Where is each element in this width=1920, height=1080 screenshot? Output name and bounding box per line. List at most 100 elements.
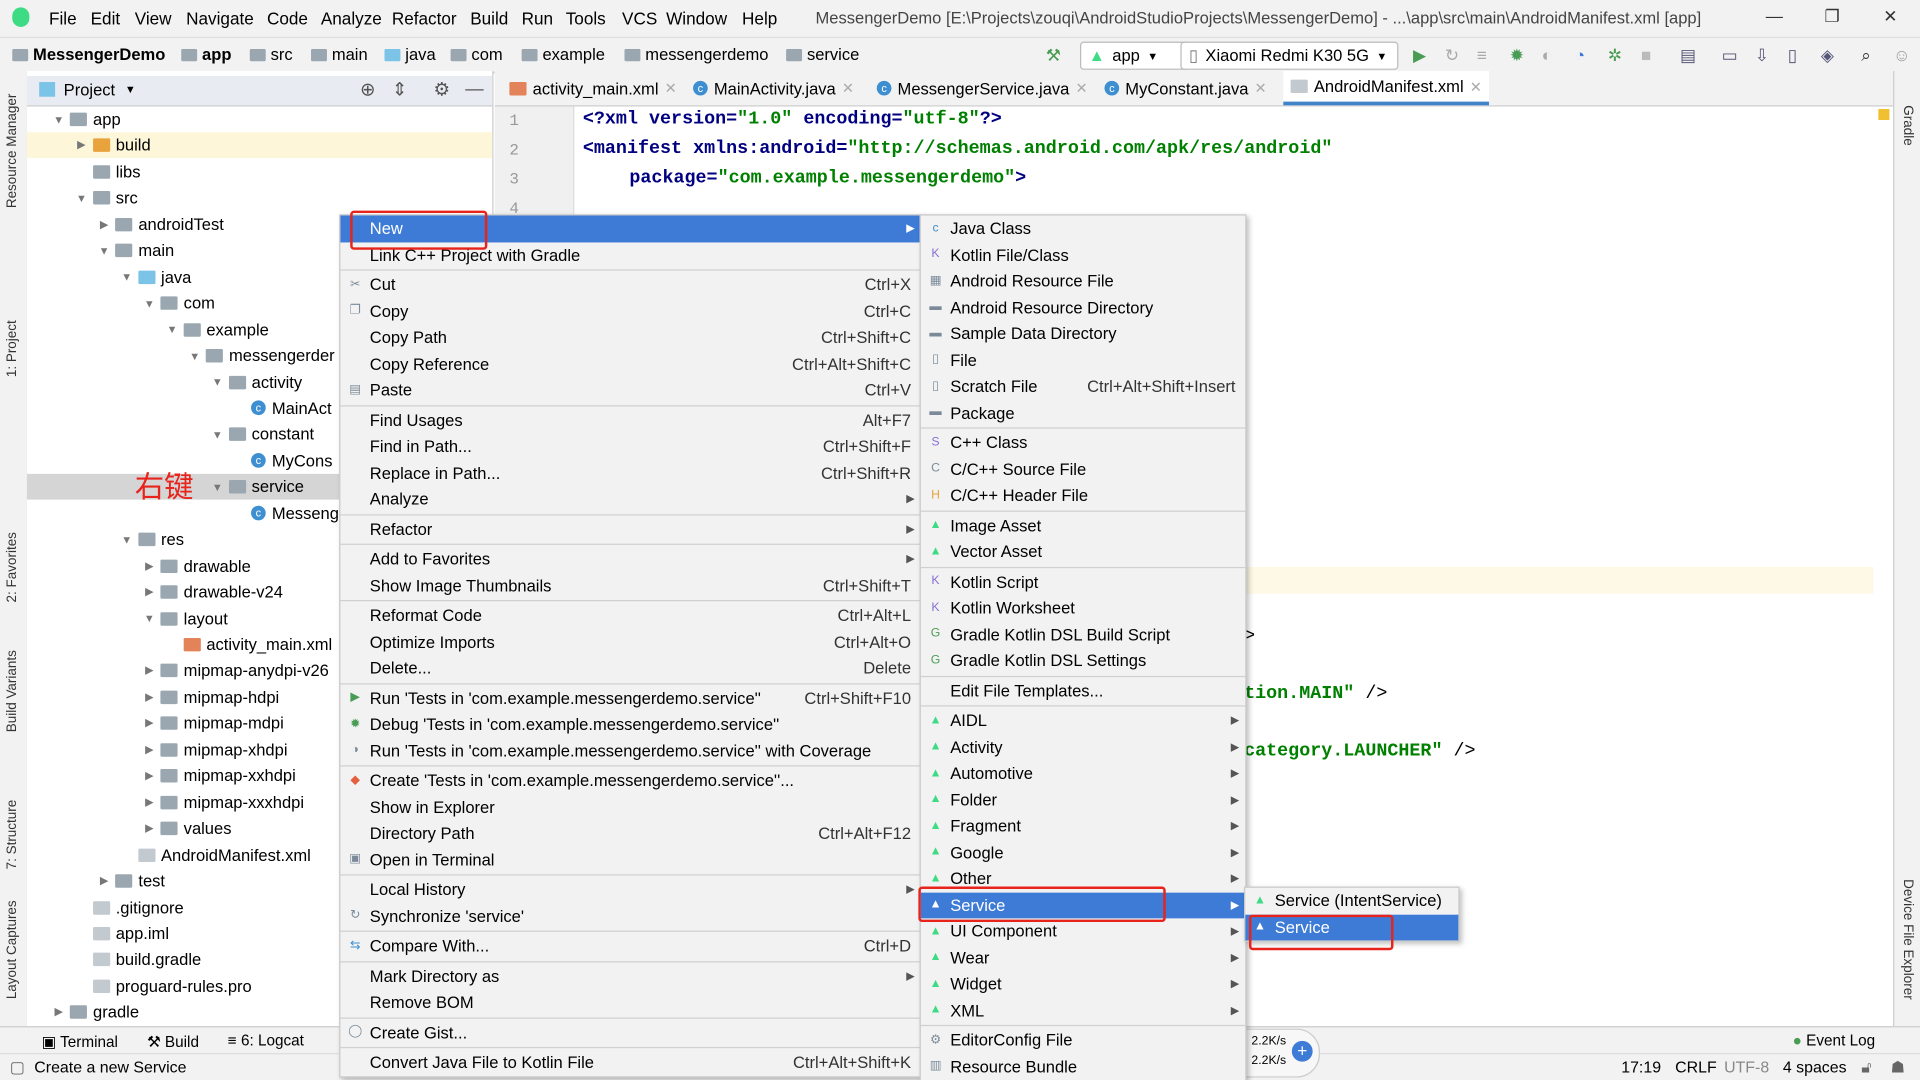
menu-item-run-tests-in-com-example-messengerdemo-service[interactable]: ▶ Run 'Tests in 'com.example.messengerdem… <box>340 685 920 711</box>
hide-icon[interactable]: — <box>465 78 483 99</box>
menu-item-editorconfig-file[interactable]: ⚙ EditorConfig File <box>921 1027 1245 1053</box>
plus-icon[interactable]: + <box>1291 1040 1313 1062</box>
menu-item-image-asset[interactable]: ▲ Image Asset <box>921 512 1245 538</box>
device-select[interactable]: ▯ Xiaomi Redmi K30 5G ▼ <box>1180 41 1399 70</box>
device-manager-icon[interactable]: ▯ <box>1788 45 1797 66</box>
breadcrumb-item[interactable]: example <box>521 45 605 64</box>
menu-item-kotlin-file-class[interactable]: K Kotlin File/Class <box>921 242 1245 268</box>
close-tab-icon[interactable]: ✕ <box>1470 78 1482 95</box>
account-icon[interactable]: ☺ <box>1893 45 1911 65</box>
menu-item-xml[interactable]: ▲ XML ▶ <box>921 997 1245 1023</box>
menu-item-show-image-thumbnails[interactable]: Show Image Thumbnails Ctrl+Shift+T <box>340 572 920 598</box>
menu-help[interactable]: Help <box>742 9 777 29</box>
tool-window-7-structure[interactable]: 7: Structure <box>5 800 20 870</box>
chevron-down-icon[interactable]: ▼ <box>210 428 225 440</box>
chevron-right-icon[interactable]: ▶ <box>142 664 157 677</box>
breadcrumb-item[interactable]: service <box>786 45 859 64</box>
chevron-right-icon[interactable]: ▶ <box>51 1006 66 1019</box>
menu-item-copy-path[interactable]: Copy Path Ctrl+Shift+C <box>340 324 920 350</box>
tool-window-layout-captures[interactable]: Layout Captures <box>5 900 20 999</box>
editor-tab[interactable]: c MessengerService.java ✕ <box>869 71 1095 105</box>
debug-icon[interactable]: ✹ <box>1510 45 1524 66</box>
menu-item-c-c-source-file[interactable]: C C/C++ Source File <box>921 456 1245 482</box>
profile-icon[interactable]: ◐ <box>1542 45 1552 65</box>
menu-item-android-resource-directory[interactable]: ▬ Android Resource Directory <box>921 294 1245 320</box>
menu-item-java-class[interactable]: c Java Class <box>921 216 1245 242</box>
tool-window-gradle[interactable]: Gradle <box>1900 105 1915 145</box>
gear-icon[interactable]: ⚙ <box>433 78 449 101</box>
breadcrumb-item[interactable]: com <box>450 45 503 64</box>
menu-item-scratch-file[interactable]: ▯ Scratch File Ctrl+Alt+Shift+Insert <box>921 373 1245 399</box>
menu-item-copy-reference[interactable]: Copy Reference Ctrl+Alt+Shift+C <box>340 351 920 377</box>
menu-item-paste[interactable]: ▤ Paste Ctrl+V <box>340 377 920 403</box>
menu-item-create-tests-in-com-example-messengerdemo-service[interactable]: ◆ Create 'Tests in 'com.example.messenger… <box>340 768 920 794</box>
menu-item-wear[interactable]: ▲ Wear ▶ <box>921 945 1245 971</box>
chevron-down-icon[interactable]: ▼ <box>142 612 157 624</box>
layout-inspector-icon[interactable]: ◈ <box>1821 45 1834 66</box>
close-tab-icon[interactable]: ✕ <box>842 80 854 97</box>
close-button[interactable]: ✕ <box>1883 6 1897 27</box>
menu-item-folder[interactable]: ▲ Folder ▶ <box>921 787 1245 813</box>
menu-item-service-intentservice[interactable]: ▲ Service (IntentService) <box>1245 888 1458 914</box>
menu-item-remove-bom[interactable]: Remove BOM <box>340 989 920 1015</box>
menu-edit[interactable]: Edit <box>91 9 121 29</box>
close-tab-icon[interactable]: ✕ <box>1255 80 1267 97</box>
menu-item-vector-asset[interactable]: ▲ Vector Asset <box>921 539 1245 565</box>
menu-item-gradle-kotlin-dsl-settings[interactable]: G Gradle Kotlin DSL Settings <box>921 648 1245 674</box>
menu-item-copy[interactable]: ❐ Copy Ctrl+C <box>340 298 920 324</box>
sdk-manager-icon[interactable]: ⇩ <box>1755 45 1769 66</box>
chevron-down-icon[interactable]: ▼ <box>165 323 180 335</box>
menu-item-replace-in-path[interactable]: Replace in Path... Ctrl+Shift+R <box>340 460 920 486</box>
tool-window-2-favorites[interactable]: 2: Favorites <box>5 532 20 602</box>
menu-item-create-gist[interactable]: ◯ Create Gist... <box>340 1019 920 1045</box>
menu-build[interactable]: Build <box>470 9 508 29</box>
sync-project-icon[interactable]: ▤ <box>1680 45 1696 66</box>
breadcrumb-item[interactable]: main <box>311 45 368 64</box>
chevron-down-icon[interactable]: ▼ <box>187 350 202 362</box>
menu-item-automotive[interactable]: ▲ Automotive ▶ <box>921 760 1245 786</box>
build-tab[interactable]: ⚒ Build <box>147 1032 199 1050</box>
menu-item-convert-java-file-to-kotlin-file[interactable]: Convert Java File to Kotlin File Ctrl+Alt… <box>340 1049 920 1075</box>
attach-icon[interactable]: ✲ <box>1608 45 1622 66</box>
chevron-down-icon[interactable]: ▼ <box>210 481 225 493</box>
breadcrumb-item[interactable]: MessengerDemo <box>12 45 165 64</box>
breadcrumb-item[interactable]: messengerdemo <box>624 45 768 64</box>
menu-navigate[interactable]: Navigate <box>186 9 254 29</box>
chevron-down-icon[interactable]: ▼ <box>74 192 89 204</box>
inspector-icon[interactable]: ☗ <box>1891 1058 1905 1078</box>
editor-tab[interactable]: c MainActivity.java ✕ <box>686 71 862 105</box>
menu-analyze[interactable]: Analyze <box>321 9 382 29</box>
menu-file[interactable]: File <box>49 9 77 29</box>
menu-item-add-to-favorites[interactable]: Add to Favorites ▶ <box>340 546 920 572</box>
menu-item-sample-data-directory[interactable]: ▬ Sample Data Directory <box>921 321 1245 347</box>
caret-position[interactable]: 17:19 <box>1621 1058 1661 1076</box>
event-log-tab[interactable]: ● Event Log <box>1793 1032 1875 1049</box>
close-tab-icon[interactable]: ✕ <box>1076 80 1088 97</box>
toggle-tool-windows-icon[interactable]: ▢ <box>10 1058 25 1078</box>
menu-item-resource-bundle[interactable]: ▥ Resource Bundle <box>921 1054 1245 1080</box>
menu-item-google[interactable]: ▲ Google ▶ <box>921 839 1245 865</box>
menu-window[interactable]: Window <box>666 9 727 29</box>
menu-item-compare-with[interactable]: ⇆ Compare With... Ctrl+D <box>340 933 920 959</box>
menu-item-activity[interactable]: ▲ Activity ▶ <box>921 734 1245 760</box>
chevron-down-icon[interactable]: ▼ <box>119 533 134 545</box>
menu-item-android-resource-file[interactable]: ▦ Android Resource File <box>921 268 1245 294</box>
collapse-all-icon[interactable]: ⇕ <box>392 78 407 101</box>
tree-item[interactable]: libs <box>27 159 492 185</box>
menu-item-reformat-code[interactable]: Reformat Code Ctrl+Alt+L <box>340 602 920 628</box>
menu-tools[interactable]: Tools <box>566 9 606 29</box>
menu-item-refactor[interactable]: Refactor ▶ <box>340 516 920 542</box>
indent-setting[interactable]: 4 spaces <box>1783 1058 1847 1076</box>
chevron-down-icon[interactable]: ▼ <box>210 376 225 388</box>
menu-vcs[interactable]: VCS <box>622 9 657 29</box>
attach-debugger-icon[interactable]: ◔ <box>1575 45 1585 65</box>
run-icon[interactable]: ▶ <box>1413 45 1426 66</box>
chevron-right-icon[interactable]: ▶ <box>142 743 157 756</box>
chevron-down-icon[interactable]: ▼ <box>97 245 112 257</box>
locate-icon[interactable]: ⊕ <box>360 78 375 101</box>
warning-indicator-icon[interactable] <box>1878 108 1890 121</box>
breadcrumb-item[interactable]: java <box>384 45 436 64</box>
restore-button[interactable]: ❐ <box>1824 6 1839 27</box>
menu-item-delete[interactable]: Delete... Delete <box>340 655 920 681</box>
menu-item-cut[interactable]: ✂ Cut Ctrl+X <box>340 272 920 298</box>
